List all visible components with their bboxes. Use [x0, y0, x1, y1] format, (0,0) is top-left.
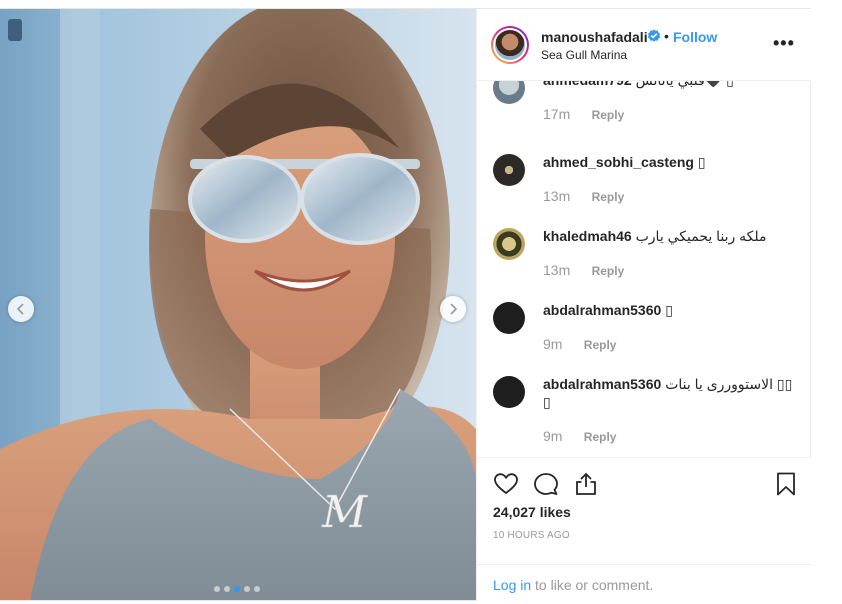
comment-time: 17m	[543, 106, 571, 122]
author-avatar[interactable]	[491, 26, 529, 64]
chevron-left-icon	[16, 303, 24, 315]
login-prompt-rest: to like or comment.	[531, 577, 654, 593]
comment-body: khaledmah46 ملكه ربنا يحميكي يارب	[543, 227, 793, 245]
commenter-avatar[interactable]	[493, 302, 525, 334]
author-username[interactable]: manoushafadali	[541, 29, 648, 45]
comment-text: ▯	[665, 302, 673, 318]
next-photo-button[interactable]	[440, 296, 466, 322]
previous-photo-button[interactable]	[8, 296, 34, 322]
comment-username[interactable]: ahmedam792	[543, 80, 632, 88]
carousel-dot	[244, 586, 250, 592]
comment-time: 13m	[543, 262, 571, 278]
carousel-dot	[224, 586, 230, 592]
heart-icon[interactable]	[493, 471, 519, 497]
svg-text:M: M	[321, 487, 368, 538]
comment-text: ملكه ربنا يحميكي يارب	[635, 228, 767, 244]
verified-badge-icon	[647, 29, 661, 42]
comment-body: ahmedam792 قلبي يانانس🖤 ▯	[543, 80, 793, 89]
commenter-avatar[interactable]	[493, 228, 525, 260]
reply-button[interactable]: Reply	[592, 190, 625, 204]
reply-button[interactable]: Reply	[584, 430, 617, 444]
commenter-avatar[interactable]	[493, 376, 525, 408]
comment-username[interactable]: ahmed_sobhi_casteng	[543, 154, 694, 170]
header-separator: •	[664, 28, 669, 44]
carousel-indicator	[214, 586, 260, 592]
carousel-dot	[254, 586, 260, 592]
post-photo[interactable]: M	[0, 9, 476, 600]
share-icon[interactable]	[573, 471, 599, 497]
reply-button[interactable]: Reply	[592, 264, 625, 278]
follow-button[interactable]: Follow	[673, 29, 717, 45]
post-actions: 24,027 likes 10 HOURS AGO Log in to like…	[477, 457, 811, 603]
post-header: manoushafadali • Follow Sea Gull Marina …	[477, 9, 811, 81]
comment-meta: 13m Reply	[543, 188, 624, 204]
comment-body: ahmed_sobhi_casteng ▯	[543, 153, 793, 171]
chevron-right-icon	[450, 303, 458, 315]
reply-button[interactable]: Reply	[592, 108, 625, 122]
commenter-avatar[interactable]	[493, 80, 525, 104]
comment-icon[interactable]	[533, 471, 559, 497]
comment-username[interactable]: abdalrahman5360	[543, 302, 661, 318]
comments-list[interactable]: ahmedam792 قلبي يانانس🖤 ▯ 17m Reply ahme…	[477, 80, 811, 457]
comment-text: قلبي يانانس🖤 ▯	[635, 80, 734, 88]
comment-meta: 13m Reply	[543, 262, 624, 278]
post-location[interactable]: Sea Gull Marina	[541, 48, 627, 62]
login-link[interactable]: Log in	[493, 577, 531, 593]
comment-username[interactable]: khaledmah46	[543, 228, 632, 244]
post-sidebar: manoushafadali • Follow Sea Gull Marina …	[476, 9, 811, 603]
post-timestamp[interactable]: 10 HOURS AGO	[493, 530, 570, 541]
carousel-dot-active	[234, 586, 240, 592]
login-prompt: Log in to like or comment.	[477, 564, 811, 604]
selfie-image: M	[0, 9, 476, 600]
like-count[interactable]: 24,027 likes	[493, 504, 571, 520]
bookmark-icon[interactable]	[773, 471, 799, 497]
carousel-dot	[214, 586, 220, 592]
comment-text: ▯	[697, 154, 706, 170]
login-prompt-text: Log in to like or comment.	[493, 577, 653, 593]
comment-time: 9m	[543, 336, 563, 352]
comment-time: 13m	[543, 188, 571, 204]
comment-body: abdalrahman5360 ▯	[543, 301, 793, 319]
comment-meta: 17m Reply	[543, 106, 624, 122]
comment-username[interactable]: abdalrahman5360	[543, 376, 661, 392]
post-card: M manoushafadali • Follow Sea Gull Marin…	[0, 8, 811, 603]
more-options-button[interactable]: •••	[773, 33, 795, 54]
comment-body: abdalrahman5360 الاستووررى يا بنات ▯▯ ▯	[543, 375, 793, 411]
comment-time: 9m	[543, 428, 563, 444]
comment-meta: 9m Reply	[543, 336, 616, 352]
comment-meta: 9m Reply	[543, 428, 616, 444]
commenter-avatar[interactable]	[493, 154, 525, 186]
reply-button[interactable]: Reply	[584, 338, 617, 352]
